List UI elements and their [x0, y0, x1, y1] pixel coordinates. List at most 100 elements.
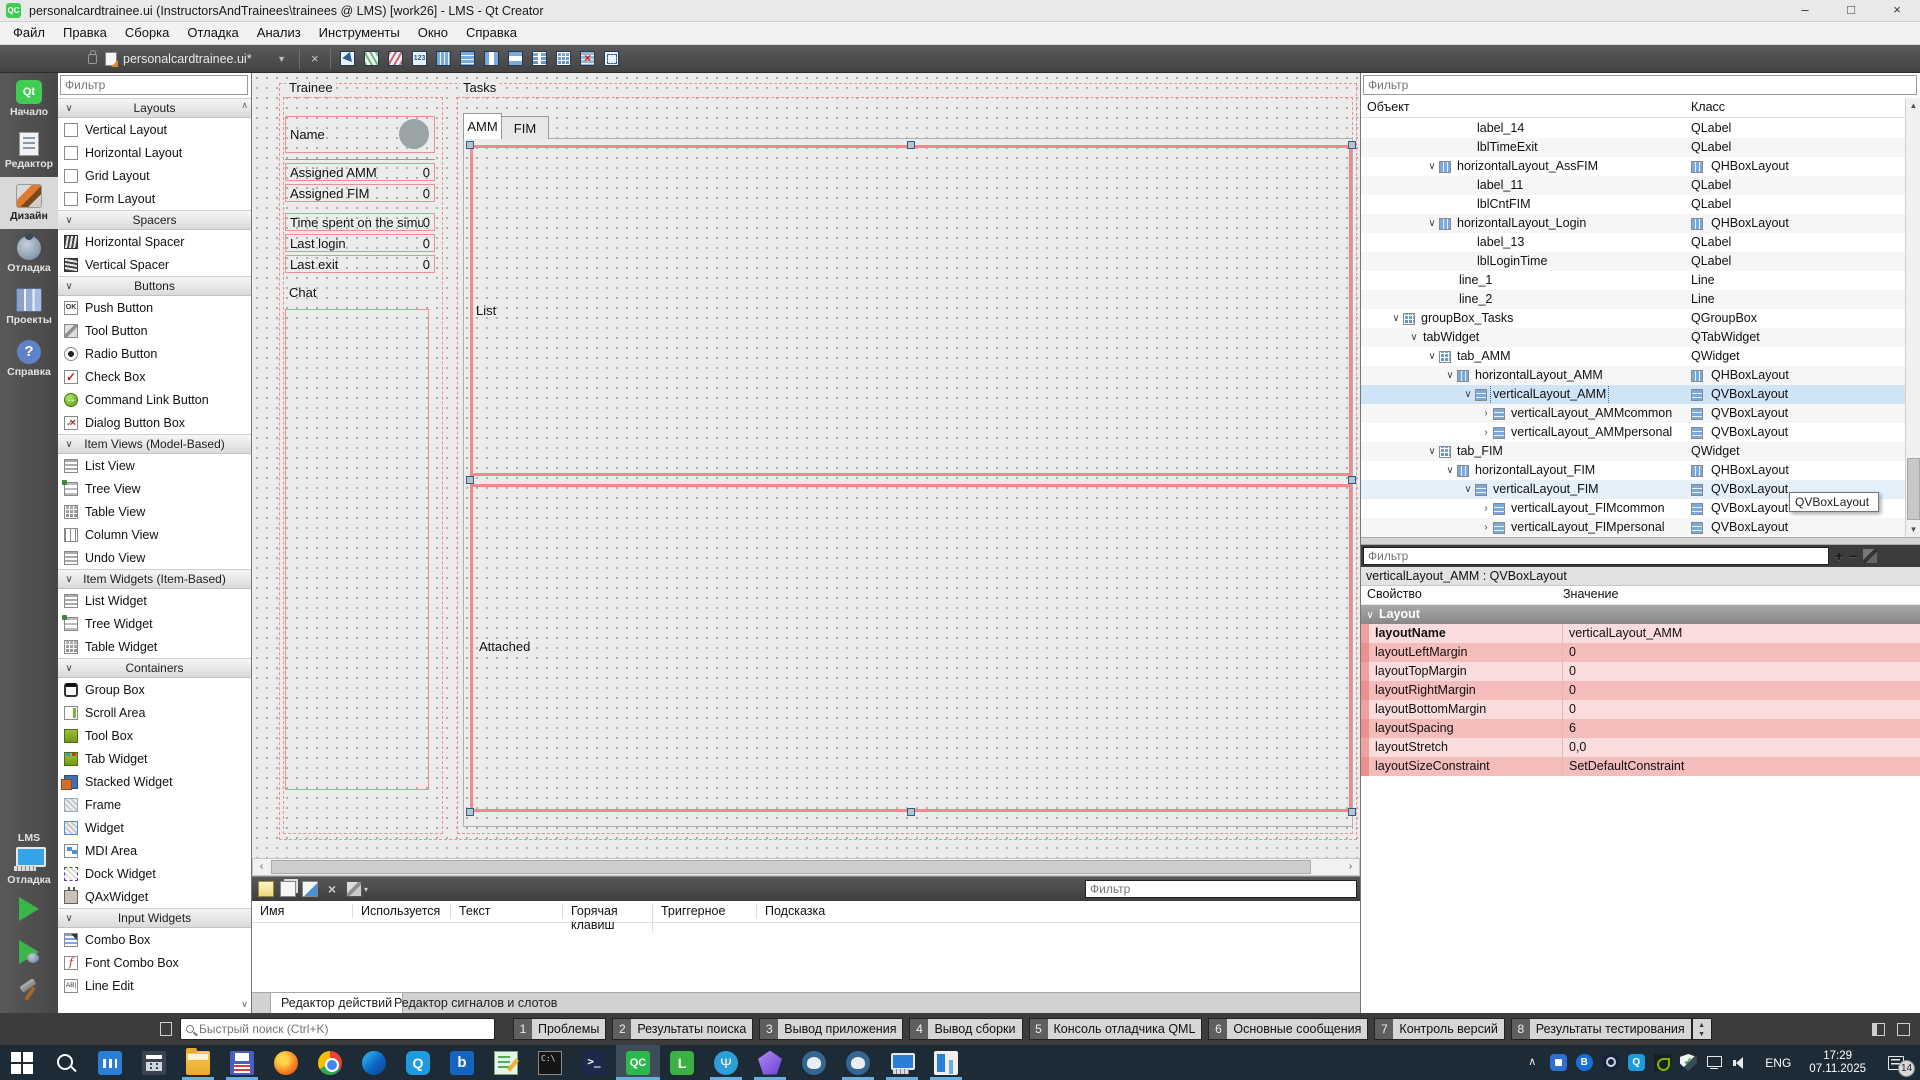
property-value[interactable]: verticalLayout_AMM — [1563, 624, 1920, 643]
widget-box-item[interactable]: Horizontal Spacer — [58, 230, 251, 253]
column-header[interactable]: Триггерное — [661, 904, 757, 918]
property-row[interactable]: layoutLeftMargin 0 — [1361, 643, 1920, 662]
close-button[interactable]: × — [1874, 0, 1920, 22]
postgresql-icon[interactable] — [836, 1045, 880, 1080]
expander-icon[interactable]: ∨ — [1443, 461, 1457, 480]
notepad-app-icon[interactable] — [484, 1045, 528, 1080]
new-action-icon[interactable] — [258, 881, 274, 897]
menu-item[interactable]: Сборка — [116, 22, 179, 44]
section-header-item-widgets[interactable]: ∨Item Widgets (Item-Based) — [58, 569, 251, 589]
property-value[interactable]: 6 — [1563, 719, 1920, 738]
widget-box-item[interactable]: Command Link Button — [58, 388, 251, 411]
output-pane-maximize-icon[interactable] — [1872, 1023, 1885, 1036]
horizontal-layout-icon[interactable] — [432, 48, 456, 70]
widget-box-item[interactable]: Frame — [58, 793, 251, 816]
widget-box-item[interactable]: Vertical Layout — [58, 118, 251, 141]
section-header-item-views[interactable]: ∨Item Views (Model-Based) — [58, 434, 251, 454]
stat-row[interactable]: Last login 0 — [285, 234, 435, 252]
property-row[interactable]: layoutRightMargin 0 — [1361, 681, 1920, 700]
object-tree-row[interactable]: ∨ verticalLayout_AMM QVBoxLayout — [1361, 385, 1905, 404]
object-tree-row[interactable]: line_2 Line — [1361, 290, 1905, 309]
search-icon[interactable] — [44, 1045, 88, 1080]
object-tree-row[interactable]: ∨ tabWidget QTabWidget — [1361, 328, 1905, 347]
widget-box-item[interactable]: Combo Box — [58, 928, 251, 951]
configure-property-editor-icon[interactable] — [1863, 549, 1877, 563]
stat-row[interactable]: Assigned AMM 0 — [285, 163, 435, 181]
object-tree-row[interactable]: › verticalLayout_AMMpersonal QVBoxLayout — [1361, 423, 1905, 442]
bluetooth-icon[interactable] — [1571, 1045, 1597, 1080]
column-header[interactable]: Используется — [361, 904, 451, 918]
object-tree-row[interactable]: label_11 QLabel — [1361, 176, 1905, 195]
mail-app-icon[interactable] — [440, 1045, 484, 1080]
expander-icon[interactable]: › — [1479, 518, 1493, 537]
widget-box-item[interactable]: Dock Widget — [58, 862, 251, 885]
scroll-right-icon[interactable]: › — [1342, 859, 1359, 875]
grid-layout-icon[interactable] — [552, 48, 576, 70]
property-row[interactable]: layoutBottomMargin 0 — [1361, 700, 1920, 719]
property-row[interactable]: layoutStretch 0,0 — [1361, 738, 1920, 757]
object-tree-row[interactable]: › verticalLayout_AMMcommon QVBoxLayout — [1361, 404, 1905, 423]
debug-run-button[interactable] — [19, 940, 39, 964]
object-tree-row[interactable]: label_13 QLabel — [1361, 233, 1905, 252]
output-pane-button[interactable]: 3 Вывод приложения — [759, 1018, 903, 1040]
expander-icon[interactable]: ∨ — [1425, 442, 1439, 461]
expander-icon[interactable]: ∨ — [1425, 347, 1439, 366]
expander-icon[interactable]: › — [1479, 404, 1493, 423]
mode-item[interactable]: Редактор — [0, 125, 58, 177]
expander-icon[interactable]: ∨ — [1389, 309, 1403, 328]
postgresql-icon[interactable] — [792, 1045, 836, 1080]
explorer-icon[interactable] — [176, 1045, 220, 1080]
media-app-icon[interactable] — [88, 1045, 132, 1080]
widget-box-item[interactable]: Dialog Button Box — [58, 411, 251, 434]
form-editor-canvas[interactable]: Trainee Name Assigned AMM 0 Assigned FIM… — [252, 73, 1360, 858]
clock[interactable]: 17:29 07.11.2025 — [1803, 1050, 1872, 1076]
widget-box-item[interactable]: Radio Button — [58, 342, 251, 365]
output-pane-button[interactable]: 6 Основные сообщения — [1208, 1018, 1368, 1040]
widget-box-item[interactable]: List View — [58, 454, 251, 477]
tab-signals-slots-editor[interactable]: Редактор сигналов и слотов — [384, 993, 567, 1014]
break-layout-icon[interactable] — [576, 48, 600, 70]
stat-row[interactable]: Last exit 0 — [285, 255, 435, 273]
vertical-layout-icon[interactable] — [456, 48, 480, 70]
expander-icon[interactable]: ∨ — [1461, 385, 1475, 404]
delete-action-icon[interactable] — [324, 881, 340, 897]
column-header[interactable]: Имя — [260, 904, 353, 918]
selection-handle[interactable] — [907, 808, 915, 816]
selection-handle[interactable] — [466, 808, 474, 816]
section-header-containers[interactable]: ∨Containers — [58, 658, 251, 678]
selection-handle[interactable] — [466, 476, 474, 484]
obsidian-icon[interactable] — [748, 1045, 792, 1080]
widget-box-item[interactable]: List Widget — [58, 589, 251, 612]
widget-box-item[interactable]: Undo View — [58, 546, 251, 569]
widget-box-item[interactable]: Push Button — [58, 296, 251, 319]
object-inspector-filter-input[interactable] — [1363, 75, 1917, 95]
widget-box-item[interactable]: Grid Layout — [58, 164, 251, 187]
menu-item[interactable]: Анализ — [248, 22, 310, 44]
stat-row[interactable]: Assigned FIM 0 — [285, 184, 435, 202]
property-row[interactable]: layoutSizeConstraint SetDefaultConstrain… — [1361, 757, 1920, 776]
q-tray-icon[interactable] — [1623, 1045, 1649, 1080]
property-group-layout[interactable]: ∨Layout — [1361, 605, 1920, 624]
expander-icon[interactable]: ∨ — [1425, 157, 1439, 176]
widget-box-item[interactable]: Check Box — [58, 365, 251, 388]
widget-box-item[interactable]: Line Edit — [58, 974, 251, 997]
expander-icon[interactable]: ∨ — [1443, 366, 1457, 385]
floppy-app-icon[interactable] — [220, 1045, 264, 1080]
section-header-spacers[interactable]: ∨Spacers — [58, 210, 251, 230]
copy-action-icon[interactable] — [280, 881, 296, 897]
column-header[interactable]: Подсказка — [765, 904, 855, 918]
widget-box-item[interactable]: Vertical Spacer — [58, 253, 251, 276]
object-tree-row[interactable]: ∨ horizontalLayout_Login QHBoxLayout — [1361, 214, 1905, 233]
mode-item[interactable]: Проекты — [0, 281, 58, 333]
close-document-button[interactable]: × — [305, 51, 325, 66]
edit-widgets-icon[interactable] — [336, 48, 360, 70]
remote-desktop-icon[interactable] — [880, 1045, 924, 1080]
widget-box-item[interactable]: Horizontal Layout — [58, 141, 251, 164]
mode-item[interactable]: Справка — [0, 333, 58, 385]
volume-icon[interactable] — [1727, 1045, 1753, 1080]
edit-tab-order-icon[interactable] — [408, 48, 432, 70]
run-button[interactable] — [19, 897, 39, 921]
column-header[interactable]: Значение — [1563, 587, 1618, 601]
edge-icon[interactable] — [352, 1045, 396, 1080]
object-tree-row[interactable]: label_14 QLabel — [1361, 119, 1905, 138]
